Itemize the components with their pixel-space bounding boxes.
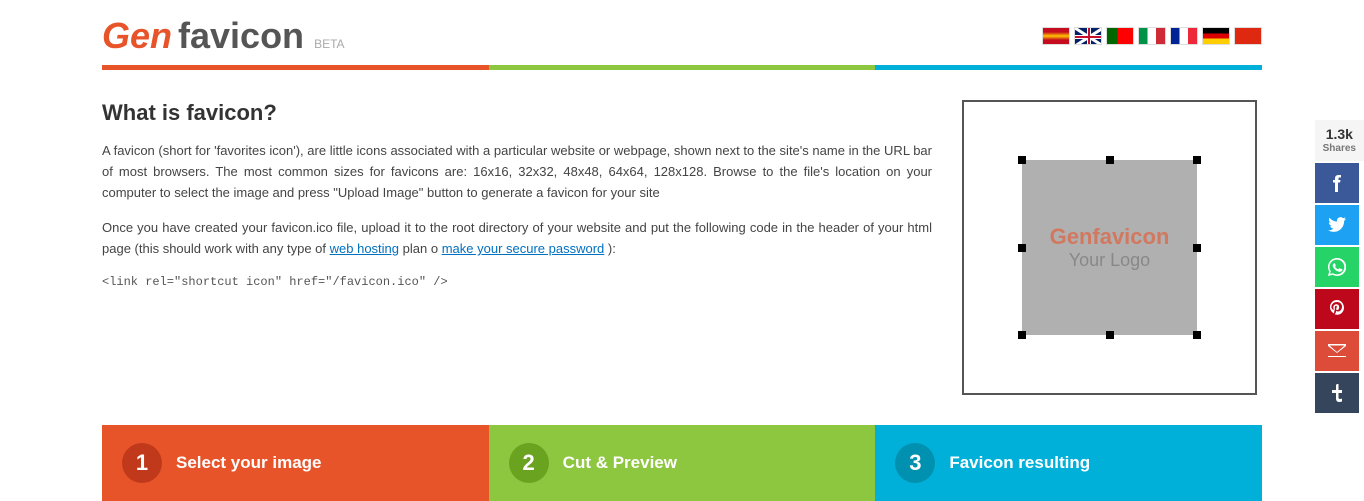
nav-stripes xyxy=(102,65,1262,70)
handle-mr[interactable] xyxy=(1193,244,1201,252)
step-1-label: Select your image xyxy=(176,453,322,473)
share-count: 1.3k xyxy=(1326,126,1353,142)
facebook-share-button[interactable] xyxy=(1315,163,1359,203)
left-column: What is favicon? A favicon (short for 'f… xyxy=(102,100,932,395)
step-3-label: Favicon resulting xyxy=(949,453,1090,473)
handle-br[interactable] xyxy=(1193,331,1201,339)
flag-pt[interactable] xyxy=(1106,27,1134,45)
whatsapp-share-button[interactable] xyxy=(1315,247,1359,287)
handle-tc[interactable] xyxy=(1106,156,1114,164)
code-snippet: <link rel="shortcut icon" href="/favicon… xyxy=(102,275,932,289)
logo-favicon: favicon xyxy=(178,15,304,57)
step-2-label: Cut & Preview xyxy=(563,453,677,473)
social-count: 1.3k Shares xyxy=(1315,120,1364,161)
main-content: What is favicon? A favicon (short for 'f… xyxy=(102,70,1262,415)
stripe-blue xyxy=(875,65,1262,70)
flag-de[interactable] xyxy=(1202,27,1230,45)
description-2-end: ): xyxy=(608,241,616,256)
preview-box: Genfavicon Your Logo xyxy=(962,100,1257,395)
page-title: What is favicon? xyxy=(102,100,932,126)
handle-tl[interactable] xyxy=(1018,156,1026,164)
description-1: A favicon (short for 'favorites icon'), … xyxy=(102,141,932,203)
flag-en[interactable] xyxy=(1074,27,1102,45)
handle-bc[interactable] xyxy=(1106,331,1114,339)
stripe-orange xyxy=(102,65,489,70)
flag-it[interactable] xyxy=(1138,27,1166,45)
handle-tr[interactable] xyxy=(1193,156,1201,164)
step-3[interactable]: 3 Favicon resulting xyxy=(875,425,1262,501)
description-2-mid: plan o xyxy=(403,241,442,256)
step-3-number: 3 xyxy=(909,450,921,476)
preview-inner: Genfavicon Your Logo xyxy=(1022,160,1197,335)
social-sidebar: 1.3k Shares xyxy=(1315,120,1364,413)
steps-bar: 1 Select your image 2 Cut & Preview 3 Fa… xyxy=(102,425,1262,501)
handle-bl[interactable] xyxy=(1018,331,1026,339)
header-inner: Genfavicon BETA xyxy=(102,15,1262,57)
logo-area: Genfavicon BETA xyxy=(102,15,345,57)
step-2[interactable]: 2 Cut & Preview xyxy=(489,425,876,501)
header: Genfavicon BETA xyxy=(102,0,1262,70)
logo-gen: Gen xyxy=(102,15,172,57)
flag-es[interactable] xyxy=(1042,27,1070,45)
step-1-number: 1 xyxy=(136,450,148,476)
step-3-circle: 3 xyxy=(895,443,935,483)
step-2-circle: 2 xyxy=(509,443,549,483)
logo-beta: BETA xyxy=(314,37,344,51)
right-column: Genfavicon Your Logo xyxy=(962,100,1262,395)
preview-your-logo: Your Logo xyxy=(1069,250,1150,271)
step-1-circle: 1 xyxy=(122,443,162,483)
language-flags xyxy=(1042,27,1262,45)
step-1[interactable]: 1 Select your image xyxy=(102,425,489,501)
secure-password-link[interactable]: make your secure password xyxy=(442,241,605,256)
flag-zh[interactable] xyxy=(1234,27,1262,45)
page-wrapper: Genfavicon BETA xyxy=(82,0,1282,501)
twitter-share-button[interactable] xyxy=(1315,205,1359,245)
pinterest-share-button[interactable] xyxy=(1315,289,1359,329)
handle-ml[interactable] xyxy=(1018,244,1026,252)
preview-logo-text: Genfavicon xyxy=(1050,224,1170,250)
shares-label: Shares xyxy=(1323,143,1356,155)
stripe-green xyxy=(489,65,876,70)
tumblr-share-button[interactable] xyxy=(1315,373,1359,413)
email-share-button[interactable] xyxy=(1315,331,1359,371)
step-2-number: 2 xyxy=(523,450,535,476)
flag-fr[interactable] xyxy=(1170,27,1198,45)
description-2: Once you have created your favicon.ico f… xyxy=(102,218,932,260)
web-hosting-link[interactable]: web hosting xyxy=(330,241,399,256)
